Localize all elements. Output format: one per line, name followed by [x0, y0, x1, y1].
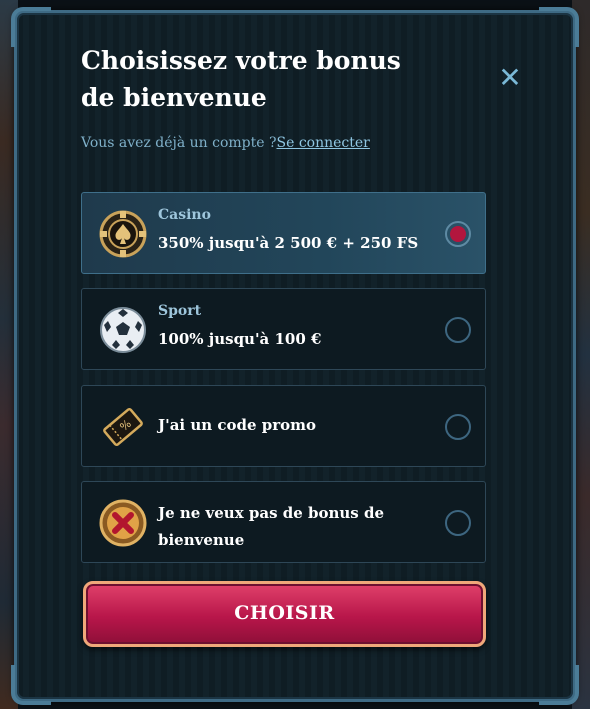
close-icon[interactable]: ✕ — [496, 64, 524, 92]
option-text: J'ai un code promo — [158, 416, 317, 434]
frame-corner — [11, 665, 51, 705]
option-text: 100% jusqu'à 100 € — [158, 330, 322, 348]
option-casino[interactable]: Casino 350% jusqu'à 2 500 € + 250 FS — [81, 192, 486, 274]
casino-chip-icon — [99, 210, 147, 258]
radio-selected[interactable] — [445, 221, 471, 247]
frame-corner — [539, 665, 579, 705]
login-prompt-text: Vous avez déjà un compte ? — [81, 135, 277, 151]
frame-corner — [539, 7, 579, 47]
radio-unselected[interactable] — [445, 510, 471, 536]
frame-corner — [11, 7, 51, 47]
option-sport[interactable]: Sport 100% jusqu'à 100 € — [81, 288, 486, 370]
radio-unselected[interactable] — [445, 317, 471, 343]
radio-unselected[interactable] — [445, 414, 471, 440]
login-prompt: Vous avez déjà un compte ?Se connecter — [81, 135, 370, 151]
option-text: 350% jusqu'à 2 500 € + 250 FS — [158, 234, 419, 252]
option-promo-code[interactable]: % J'ai un code promo — [81, 385, 486, 467]
option-category: Sport — [158, 303, 202, 319]
promo-ticket-icon: % — [103, 407, 143, 447]
option-category: Casino — [158, 207, 211, 223]
soccer-ball-icon — [100, 307, 146, 353]
login-link[interactable]: Se connecter — [277, 135, 370, 151]
modal-title: Choisissez votre bonus de bienvenue — [81, 46, 401, 112]
choose-button[interactable]: CHOISIR — [83, 581, 486, 647]
option-no-bonus[interactable]: Je ne veux pas de bonus de bienvenue — [81, 481, 486, 563]
option-text: Je ne veux pas de bonus de bienvenue — [158, 504, 384, 549]
no-bonus-icon — [99, 499, 147, 547]
